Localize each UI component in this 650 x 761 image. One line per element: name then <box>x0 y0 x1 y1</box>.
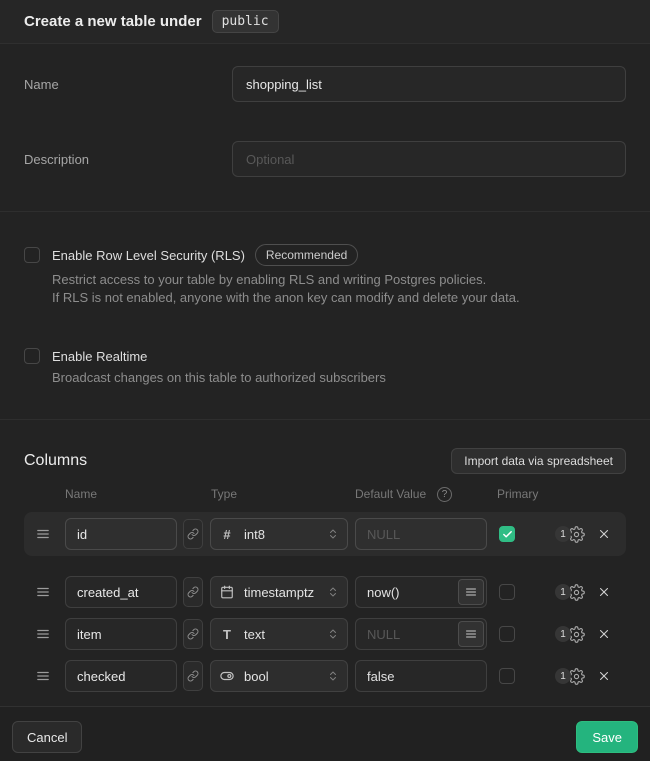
default-value-input[interactable] <box>355 660 487 692</box>
rls-checkbox[interactable] <box>24 247 40 263</box>
columns-grid-headers: Name Type Default Value ? Primary <box>24 487 626 503</box>
remove-column-icon[interactable] <box>596 526 612 542</box>
settings-count-badge: 1 <box>555 668 571 684</box>
chevrons-up-down-icon <box>327 670 339 682</box>
import-spreadsheet-button[interactable]: Import data via spreadsheet <box>451 448 626 474</box>
chevrons-up-down-icon <box>327 528 339 540</box>
schema-badge: public <box>212 10 279 33</box>
security-section: Enable Row Level Security (RLS) Recommen… <box>0 212 650 420</box>
settings-group: 1 <box>555 582 586 602</box>
primary-checkbox[interactable] <box>499 526 515 542</box>
foreign-key-icon[interactable] <box>183 619 203 649</box>
basics-section: Name Description <box>0 44 650 212</box>
settings-count-badge: 1 <box>555 526 571 542</box>
column-type-select[interactable]: bool <box>210 660 348 692</box>
column-type-select[interactable]: T text <box>210 618 348 650</box>
remove-column-icon[interactable] <box>596 584 612 600</box>
calendar-icon <box>219 585 235 599</box>
foreign-key-icon[interactable] <box>183 661 203 691</box>
primary-checkbox[interactable] <box>499 626 515 642</box>
create-table-dialog: Create a new table under public Name Des… <box>0 0 650 761</box>
cancel-button[interactable]: Cancel <box>12 721 82 753</box>
header-default-value: Default Value <box>355 487 426 501</box>
settings-group: 1 <box>555 524 586 544</box>
column-name-input[interactable] <box>65 518 177 550</box>
save-button[interactable]: Save <box>576 721 638 753</box>
hash-icon: # <box>219 527 235 542</box>
drag-handle-icon[interactable] <box>36 669 50 683</box>
table-name-input[interactable] <box>232 66 626 102</box>
column-name-input[interactable] <box>65 660 177 692</box>
dialog-title: Create a new table under <box>24 13 202 30</box>
primary-checkbox[interactable] <box>499 584 515 600</box>
default-value-wrap <box>355 618 487 650</box>
default-value-wrap <box>355 518 487 550</box>
foreign-key-icon[interactable] <box>183 577 203 607</box>
dialog-header: Create a new table under public <box>0 0 650 44</box>
description-label: Description <box>24 152 232 167</box>
realtime-checkbox[interactable] <box>24 348 40 364</box>
chevrons-up-down-icon <box>327 586 339 598</box>
default-value-wrap <box>355 660 487 692</box>
table-row: timestamptz 1 <box>24 571 626 613</box>
realtime-description: Broadcast changes on this table to autho… <box>52 369 626 387</box>
remove-column-icon[interactable] <box>596 626 612 642</box>
drag-handle-icon[interactable] <box>36 585 50 599</box>
header-primary: Primary <box>497 487 538 501</box>
settings-group: 1 <box>555 666 586 686</box>
name-label: Name <box>24 77 232 92</box>
remove-column-icon[interactable] <box>596 668 612 684</box>
table-row: T text 1 <box>24 613 626 655</box>
dialog-footer: Cancel Save <box>0 706 650 761</box>
default-value-wrap <box>355 576 487 608</box>
column-type-select[interactable]: timestamptz <box>210 576 348 608</box>
drag-handle-icon[interactable] <box>36 527 50 541</box>
chevrons-up-down-icon <box>327 628 339 640</box>
drag-handle-icon[interactable] <box>36 627 50 641</box>
rls-label: Enable Row Level Security (RLS) <box>52 248 245 263</box>
rls-description: Restrict access to your table by enablin… <box>52 271 626 307</box>
realtime-label: Enable Realtime <box>52 349 147 364</box>
column-name-input[interactable] <box>65 576 177 608</box>
primary-checkbox[interactable] <box>499 668 515 684</box>
header-type: Type <box>211 487 237 501</box>
expression-menu-icon[interactable] <box>458 621 484 647</box>
recommended-badge: Recommended <box>255 244 358 266</box>
help-icon[interactable]: ? <box>437 487 452 502</box>
settings-count-badge: 1 <box>555 626 571 642</box>
settings-group: 1 <box>555 624 586 644</box>
column-type-select[interactable]: # int8 <box>210 518 348 550</box>
header-name: Name <box>65 487 97 501</box>
default-value-input[interactable] <box>355 518 487 550</box>
expression-menu-icon[interactable] <box>458 579 484 605</box>
foreign-key-icon[interactable] <box>183 519 203 549</box>
columns-section: Columns Import data via spreadsheet Name… <box>0 420 650 706</box>
toggle-icon <box>219 669 235 683</box>
text-type-icon: T <box>219 627 235 642</box>
columns-title: Columns <box>24 452 87 470</box>
table-row: # int8 1 <box>24 512 626 556</box>
table-row: bool 1 <box>24 655 626 697</box>
column-name-input[interactable] <box>65 618 177 650</box>
settings-count-badge: 1 <box>555 584 571 600</box>
table-description-input[interactable] <box>232 141 626 177</box>
